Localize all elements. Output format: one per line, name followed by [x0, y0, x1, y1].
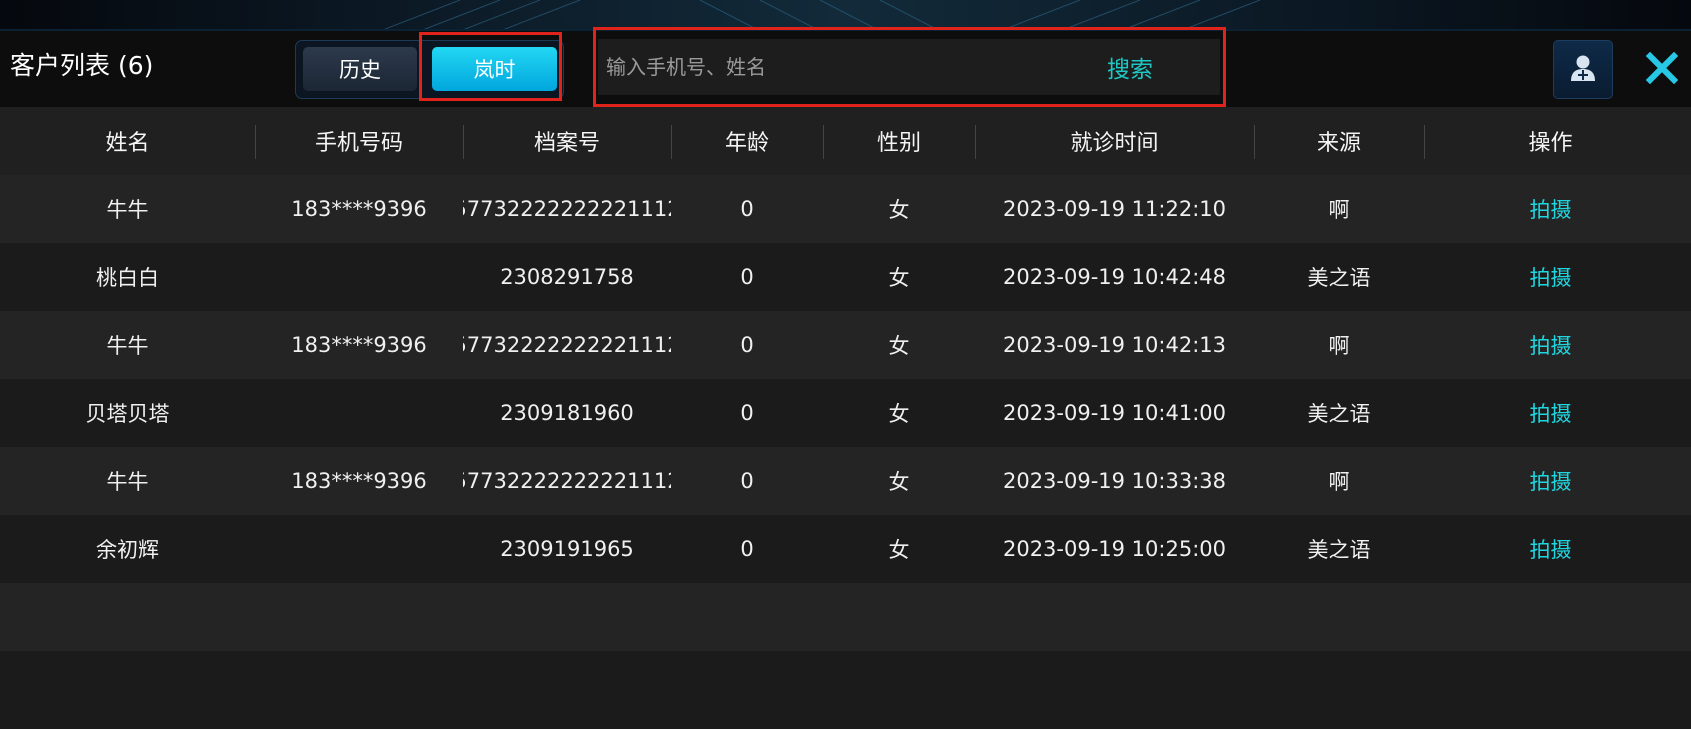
column-header-age: 年龄 [724, 131, 769, 156]
cell-source: 啊 [1328, 198, 1350, 222]
table-row[interactable]: 贝塔贝塔 2309181960 0 女 2023-09-19 10:41:00 … [0, 379, 1691, 447]
table-row[interactable]: 牛牛 183****9396 4577322222222211129 0 女 2… [0, 175, 1691, 243]
cell-source: 啊 [1328, 334, 1350, 358]
column-header-phone: 手机号码 [314, 131, 403, 156]
cell-file-no: 4577322222222211129 [463, 333, 671, 357]
cell-source: 美之语 [1307, 266, 1371, 290]
customer-table: 姓名 手机号码 档案号 年龄 性别 就诊时间 来源 操作 牛牛 183****9… [0, 107, 1691, 729]
cell-file-no: 2308291758 [500, 265, 634, 289]
cell-name: 牛牛 [106, 334, 149, 358]
cell-name: 余初辉 [96, 538, 159, 562]
cell-file-no: 2309181960 [500, 401, 634, 425]
empty-row [0, 583, 1691, 651]
table-row[interactable]: 牛牛 183****9396 4577322222222211129 0 女 2… [0, 311, 1691, 379]
cell-phone: 183****9396 [291, 469, 427, 493]
cell-phone [255, 515, 463, 583]
cell-age: 0 [740, 197, 754, 221]
cell-phone [255, 379, 463, 447]
capture-link[interactable]: 拍摄 [1424, 243, 1677, 311]
user-manage-button[interactable] [1553, 40, 1613, 99]
cell-visit-time: 2023-09-19 10:42:48 [1002, 265, 1227, 289]
cell-source: 美之语 [1307, 538, 1371, 562]
cell-gender: 女 [888, 470, 910, 494]
cell-file-no: 4577322222222211129 [463, 469, 671, 493]
capture-link[interactable]: 拍摄 [1424, 515, 1677, 583]
header-bar: 客户列表 (6) 历史 岚时 搜索 [0, 27, 1691, 107]
cell-age: 0 [740, 333, 754, 357]
cell-gender: 女 [888, 334, 910, 358]
table-header: 姓名 手机号码 档案号 年龄 性别 就诊时间 来源 操作 [0, 107, 1691, 175]
cell-age: 0 [740, 537, 754, 561]
capture-link[interactable]: 拍摄 [1424, 175, 1677, 243]
table-row[interactable]: 牛牛 183****9396 4577322222222211129 0 女 2… [0, 447, 1691, 515]
cell-visit-time: 2023-09-19 10:41:00 [1002, 401, 1227, 425]
cell-source: 美之语 [1307, 402, 1371, 426]
cell-name: 牛牛 [106, 198, 149, 222]
cell-name: 牛牛 [106, 470, 149, 494]
table-row[interactable]: 余初辉 2309191965 0 女 2023-09-19 10:25:00 美… [0, 515, 1691, 583]
capture-link[interactable]: 拍摄 [1424, 447, 1677, 515]
cell-phone: 183****9396 [291, 197, 427, 221]
cell-file-no: 4577322222222211129 [463, 197, 671, 221]
column-header-file-no: 档案号 [533, 131, 600, 156]
cell-age: 0 [740, 265, 754, 289]
cell-gender: 女 [888, 402, 910, 426]
close-icon [1645, 51, 1679, 88]
column-header-gender: 性别 [876, 131, 921, 156]
cell-name: 桃白白 [96, 266, 159, 290]
column-header-source: 来源 [1316, 131, 1361, 156]
close-button[interactable] [1640, 48, 1684, 92]
cell-age: 0 [740, 401, 754, 425]
highlight-box-search [593, 27, 1226, 107]
cell-gender: 女 [888, 266, 910, 290]
page-title: 客户列表 (6) [10, 51, 154, 80]
cell-visit-time: 2023-09-19 10:25:00 [1002, 537, 1227, 561]
cell-visit-time: 2023-09-19 10:33:38 [1002, 469, 1227, 493]
user-manage-icon [1566, 51, 1600, 89]
cell-age: 0 [740, 469, 754, 493]
cell-phone: 183****9396 [291, 333, 427, 357]
cell-source: 啊 [1328, 470, 1350, 494]
cell-visit-time: 2023-09-19 11:22:10 [1002, 197, 1227, 221]
column-header-name: 姓名 [105, 131, 150, 156]
column-header-action: 操作 [1528, 131, 1573, 156]
cell-file-no: 2309191965 [500, 537, 634, 561]
empty-row [0, 651, 1691, 719]
column-header-visit-time: 就诊时间 [1070, 131, 1159, 156]
cell-visit-time: 2023-09-19 10:42:13 [1002, 333, 1227, 357]
cell-name: 贝塔贝塔 [85, 402, 170, 426]
capture-link[interactable]: 拍摄 [1424, 379, 1677, 447]
table-row[interactable]: 桃白白 2308291758 0 女 2023-09-19 10:42:48 美… [0, 243, 1691, 311]
cell-gender: 女 [888, 538, 910, 562]
cell-phone [255, 243, 463, 311]
cell-gender: 女 [888, 198, 910, 222]
tab-history[interactable]: 历史 [303, 47, 417, 91]
highlight-box-tab [419, 32, 562, 101]
capture-link[interactable]: 拍摄 [1424, 311, 1677, 379]
